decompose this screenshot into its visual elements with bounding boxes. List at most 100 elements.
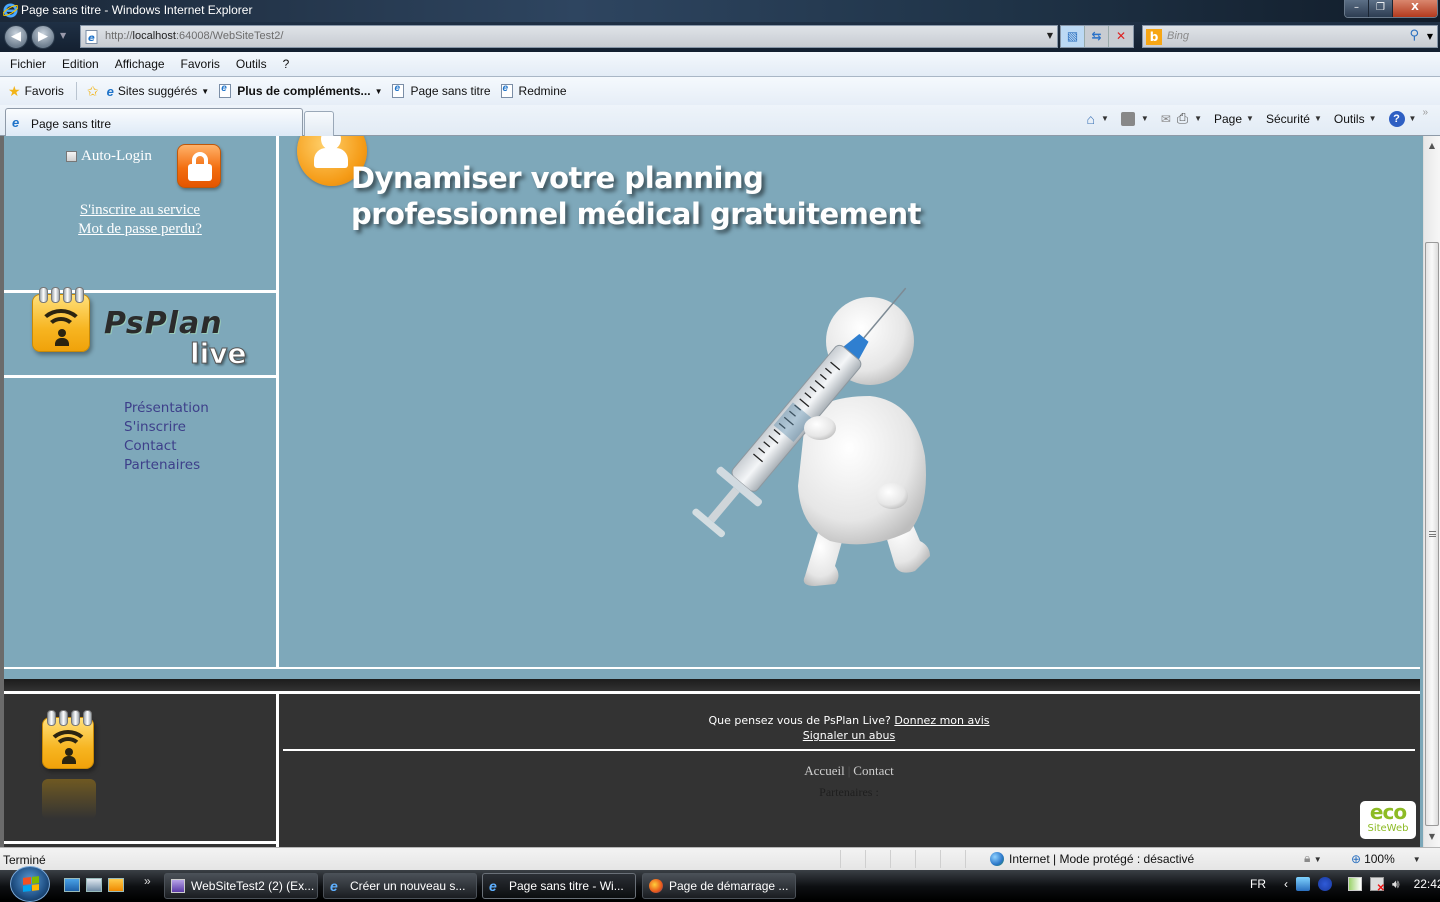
column-divider bbox=[276, 136, 279, 668]
menu-fichier[interactable]: Fichier bbox=[10, 57, 46, 71]
page-icon bbox=[392, 83, 405, 98]
fav-plus-de-complements[interactable]: Plus de compléments... ▼ bbox=[219, 83, 382, 98]
nav-contact[interactable]: Contact bbox=[124, 437, 209, 456]
mail-icon[interactable]: ✉ bbox=[1161, 112, 1171, 126]
quick-launch-more-icon[interactable]: » bbox=[144, 874, 151, 888]
taskbar-item-creer[interactable]: e Créer un nouveau s... bbox=[323, 873, 477, 899]
favorites-bar: ★ Favoris ✩ e Sites suggérés ▼ Plus de c… bbox=[0, 77, 1440, 105]
menu-help[interactable]: ? bbox=[283, 57, 290, 71]
auto-login-field[interactable]: Auto-Login bbox=[66, 148, 152, 165]
nav-presentation[interactable]: Présentation bbox=[124, 399, 209, 418]
nav-partenaires[interactable]: Partenaires bbox=[124, 456, 209, 475]
task-label: Page de démarrage ... bbox=[669, 879, 789, 893]
menu-favoris[interactable]: Favoris bbox=[181, 57, 220, 71]
security-menu[interactable]: Sécurité bbox=[1266, 112, 1310, 126]
quick-launch bbox=[64, 878, 124, 892]
back-button[interactable]: ◀ bbox=[4, 25, 28, 49]
power-icon[interactable] bbox=[1348, 877, 1362, 891]
fav-label: Plus de compléments... bbox=[237, 84, 371, 98]
search-icon[interactable]: ⚲ bbox=[1409, 28, 1419, 43]
taskbar-item-page-sans-titre[interactable]: e Page sans titre - Wi... bbox=[482, 873, 636, 899]
restore-button[interactable]: ❐ bbox=[1369, 0, 1393, 17]
clock[interactable]: 22:42 bbox=[1414, 877, 1440, 891]
logo-reflection bbox=[42, 779, 96, 819]
account-links: S'inscrire au service Mot de passe perdu… bbox=[4, 201, 276, 239]
page-menu[interactable]: Page bbox=[1214, 112, 1242, 126]
eco-badge-top: eco bbox=[1369, 800, 1407, 824]
fav-redmine[interactable]: Redmine bbox=[500, 83, 567, 98]
security-zone[interactable]: Internet | Mode protégé : désactivé bbox=[990, 852, 1194, 866]
search-placeholder[interactable]: Bing bbox=[1167, 30, 1189, 42]
url-text[interactable]: http://localhost:64008/WebSiteTest2/ bbox=[105, 30, 283, 42]
menu-edition[interactable]: Edition bbox=[62, 57, 99, 71]
bluetooth-icon[interactable] bbox=[1318, 877, 1332, 891]
network-user-icon[interactable] bbox=[1296, 877, 1310, 891]
forward-button[interactable]: ▶ bbox=[31, 25, 55, 49]
task-label: Créer un nouveau s... bbox=[350, 879, 466, 893]
chevron-down-icon[interactable]: ▼ bbox=[1409, 114, 1417, 123]
footer-link-contact[interactable]: Contact bbox=[853, 763, 893, 778]
vertical-scrollbar[interactable]: ▲ ▼ bbox=[1423, 136, 1440, 847]
register-link[interactable]: S'inscrire au service bbox=[4, 201, 276, 220]
footer-band bbox=[4, 679, 1420, 691]
footer-link-accueil[interactable]: Accueil bbox=[804, 763, 844, 778]
chevron-down-icon[interactable]: ▼ bbox=[1101, 114, 1109, 123]
auto-login-checkbox[interactable] bbox=[66, 151, 77, 162]
print-icon[interactable]: ⎙ bbox=[1177, 110, 1188, 127]
report-abuse-link[interactable]: Signaler un abus bbox=[803, 729, 895, 742]
menu-outils[interactable]: Outils bbox=[236, 57, 267, 71]
fav-sites-suggeres[interactable]: e Sites suggérés ▼ bbox=[107, 84, 210, 99]
new-tab-button[interactable] bbox=[304, 111, 334, 136]
minimize-button[interactable]: – bbox=[1345, 0, 1369, 17]
eco-siteweb-badge[interactable]: eco SiteWeb bbox=[1360, 801, 1416, 839]
ie-icon: e bbox=[12, 115, 20, 130]
media-player-icon[interactable] bbox=[108, 878, 124, 892]
more-chevron-icon[interactable]: » bbox=[1422, 107, 1428, 118]
volume-icon[interactable]: 🔊︎ bbox=[1392, 877, 1400, 891]
tools-menu[interactable]: Outils bbox=[1334, 112, 1365, 126]
tray-expand-icon[interactable]: ‹ bbox=[1284, 877, 1288, 891]
start-button[interactable] bbox=[10, 866, 50, 902]
hero-title-line1: Dynamiser votre planning bbox=[351, 161, 764, 195]
network-disconnected-icon[interactable] bbox=[1370, 877, 1385, 894]
feedback-link[interactable]: Donnez mon avis bbox=[894, 714, 989, 727]
stop-icon[interactable]: ✕ bbox=[1109, 26, 1133, 47]
protected-mode-icon[interactable]: 🔒︎ ▼ bbox=[1304, 851, 1322, 866]
zoom-control[interactable]: ⊕ 100% ▼ bbox=[1351, 852, 1421, 866]
zone-text: Internet | Mode protégé : désactivé bbox=[1009, 852, 1195, 866]
chevron-down-icon[interactable]: ▼ bbox=[1141, 114, 1149, 123]
show-desktop-icon[interactable] bbox=[64, 878, 80, 892]
scroll-thumb[interactable] bbox=[1425, 242, 1439, 826]
chevron-down-icon[interactable]: ▼ bbox=[1194, 114, 1202, 123]
scroll-down-icon[interactable]: ▼ bbox=[1424, 829, 1440, 845]
hero-title: Dynamiser votre planning professionnel m… bbox=[351, 160, 922, 232]
ie-icon: e bbox=[330, 878, 338, 894]
switch-windows-icon[interactable] bbox=[86, 878, 102, 892]
rss-feed-icon[interactable] bbox=[1120, 111, 1135, 126]
favorites-button[interactable]: ★ Favoris bbox=[8, 83, 64, 100]
address-dropdown-icon[interactable]: ▼ bbox=[1047, 31, 1053, 40]
history-dropdown-icon[interactable]: ▼ bbox=[60, 31, 66, 40]
home-icon[interactable]: ⌂ bbox=[1087, 111, 1095, 127]
nav-sinscrire[interactable]: S'inscrire bbox=[124, 418, 209, 437]
taskbar-item-firefox[interactable]: Page de démarrage ... bbox=[642, 873, 796, 899]
search-dropdown-icon[interactable]: ▼ bbox=[1427, 32, 1433, 41]
menu-affichage[interactable]: Affichage bbox=[115, 57, 165, 71]
lost-password-link[interactable]: Mot de passe perdu? bbox=[4, 220, 276, 239]
language-indicator[interactable]: FR bbox=[1250, 877, 1266, 891]
chevron-down-icon[interactable]: ▼ bbox=[1413, 855, 1421, 864]
refresh-icon[interactable]: ⇆ bbox=[1085, 26, 1109, 47]
taskbar-item-websitetest2[interactable]: WebSiteTest2 (2) (Ex... bbox=[164, 873, 318, 899]
tab-page-sans-titre[interactable]: e Page sans titre bbox=[5, 108, 303, 136]
scroll-up-icon[interactable]: ▲ bbox=[1424, 138, 1440, 154]
address-bar[interactable]: e http://localhost:64008/WebSiteTest2/ ▼ bbox=[80, 25, 1058, 48]
compat-view-icon[interactable]: ▧ bbox=[1061, 26, 1085, 47]
login-button[interactable] bbox=[177, 144, 221, 188]
fav-page-sans-titre[interactable]: Page sans titre bbox=[392, 83, 491, 98]
help-icon[interactable]: ? bbox=[1388, 110, 1405, 127]
separator bbox=[915, 850, 916, 868]
add-favorite-icon[interactable]: ✩ bbox=[87, 83, 99, 100]
close-button[interactable]: X bbox=[1393, 0, 1437, 17]
hero-title-line2: professionnel médical gratuitement bbox=[351, 197, 922, 231]
search-box[interactable]: b Bing ⚲ ▼ bbox=[1142, 25, 1438, 48]
